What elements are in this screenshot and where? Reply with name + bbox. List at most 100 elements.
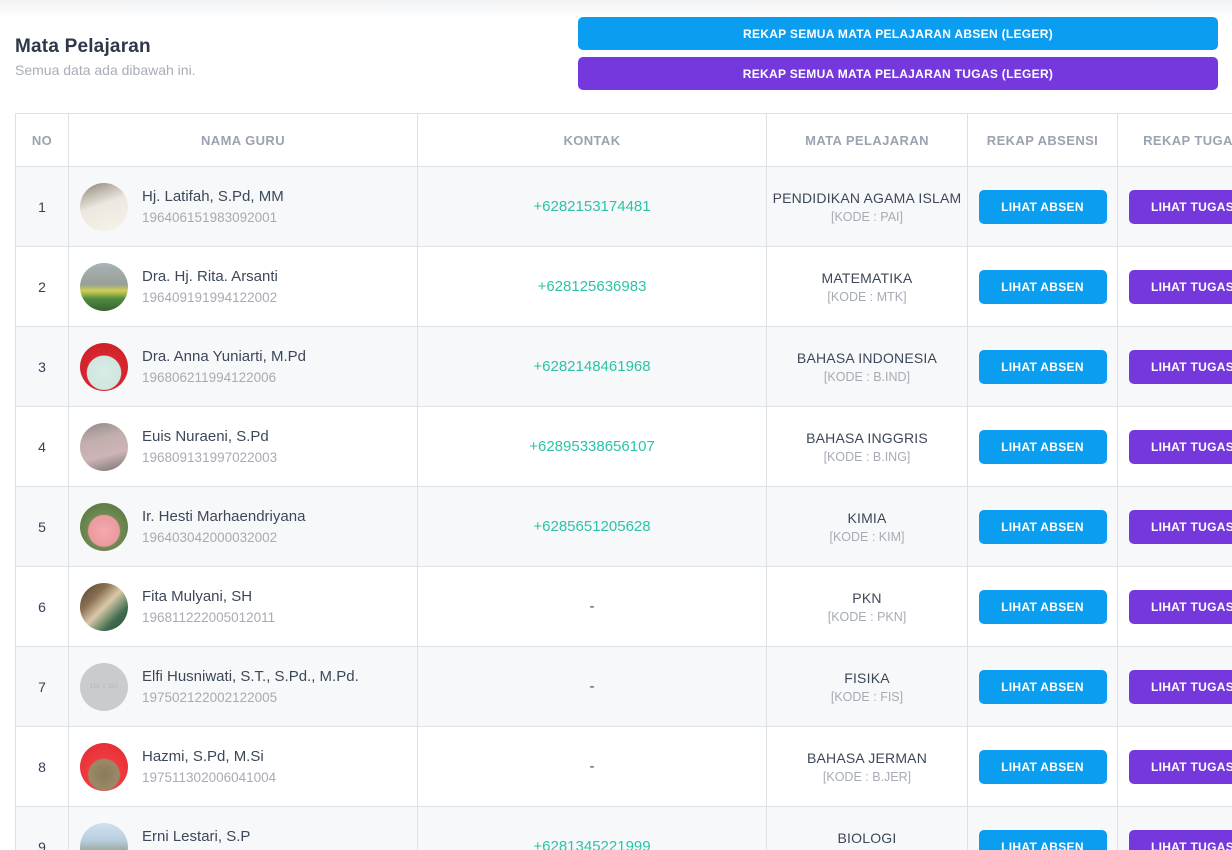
teacher-name: Erni Lestari, S.P <box>142 828 251 845</box>
teacher-name: Elfi Husniwati, S.T., S.Pd., M.Pd. <box>142 668 359 685</box>
teacher-name: Fita Mulyani, SH <box>142 588 253 605</box>
page-title: Mata Pelajaran <box>15 36 151 57</box>
subject-code: [KODE : PKN] <box>827 609 907 624</box>
teacher-avatar <box>80 262 128 311</box>
subject-name: PKN <box>852 589 882 606</box>
row-number: 6 <box>15 566 69 647</box>
subject-code: [KODE : KIM] <box>829 529 905 544</box>
contact-phone-link[interactable]: +6285651205628 <box>533 518 650 535</box>
table-header-row: NO NAMA GURU KONTAK MATA PELAJARAN REKAP… <box>15 113 1232 167</box>
subject-name: KIMIA <box>847 509 887 526</box>
teachers-table: NO NAMA GURU KONTAK MATA PELAJARAN REKAP… <box>15 113 1232 850</box>
row-number: 8 <box>15 726 69 807</box>
row-number: 9 <box>15 806 69 850</box>
contact-phone-link: - <box>589 757 595 775</box>
avatar-placeholder-text: 150 x 150 <box>89 683 119 690</box>
col-header-kontak: KONTAK <box>417 113 767 167</box>
row-number: 7 <box>15 646 69 727</box>
lihat-tugas-button[interactable]: LIHAT TUGAS <box>1128 749 1232 784</box>
lihat-absen-button[interactable]: LIHAT ABSEN <box>978 829 1107 850</box>
lihat-tugas-button[interactable]: LIHAT TUGAS <box>1128 829 1232 850</box>
row-number: 3 <box>15 326 69 407</box>
col-header-nama-guru: NAMA GURU <box>68 113 418 167</box>
table-row: 4 Euis Nuraeni, S.Pd 196809131997022003 … <box>15 406 1232 487</box>
teacher-name-block: Fita Mulyani, SH 196811222005012011 <box>142 588 275 625</box>
table-row: 6 Fita Mulyani, SH 196811222005012011 - … <box>15 566 1232 647</box>
rekap-absen-leger-button[interactable]: REKAP SEMUA MATA PELAJARAN ABSEN (LEGER) <box>578 17 1218 50</box>
subject-name: PENDIDIKAN AGAMA ISLAM <box>772 189 962 206</box>
teacher-name-block: Hazmi, S.Pd, M.Si 197511302006041004 <box>142 748 276 785</box>
subject-name: BIOLOGI <box>837 829 897 846</box>
contact-phone-link[interactable]: +628125636983 <box>538 278 647 295</box>
subject-code: [KODE : PAI] <box>830 209 903 224</box>
teacher-nip: 196811222005012011 <box>142 610 276 625</box>
lihat-absen-button[interactable]: LIHAT ABSEN <box>978 349 1107 384</box>
subject-code: [KODE : B.JER] <box>822 769 912 784</box>
teacher-cell: Hazmi, S.Pd, M.Si 197511302006041004 <box>70 742 416 791</box>
subject-code: [KODE : FIS] <box>830 689 904 704</box>
teacher-nip: 197511302006041004 <box>142 770 277 785</box>
row-number: 5 <box>15 486 69 567</box>
lihat-tugas-button[interactable]: LIHAT TUGAS <box>1128 589 1232 624</box>
lihat-absen-button[interactable]: LIHAT ABSEN <box>978 749 1107 784</box>
teacher-avatar <box>80 182 128 231</box>
lihat-absen-button[interactable]: LIHAT ABSEN <box>978 429 1107 464</box>
contact-phone-link: - <box>589 597 595 615</box>
lihat-absen-button[interactable]: LIHAT ABSEN <box>978 589 1107 624</box>
teacher-cell: Dra. Anna Yuniarti, M.Pd 196806211994122… <box>70 342 416 391</box>
teacher-name: Ir. Hesti Marhaendriyana <box>142 508 306 525</box>
row-number: 2 <box>15 246 69 327</box>
lihat-absen-button[interactable]: LIHAT ABSEN <box>978 269 1107 304</box>
teacher-name-block: Elfi Husniwati, S.T., S.Pd., M.Pd. 19750… <box>142 668 359 705</box>
teacher-name-block: Ir. Hesti Marhaendriyana 196403042000032… <box>142 508 305 545</box>
rekap-tugas-leger-button[interactable]: REKAP SEMUA MATA PELAJARAN TUGAS (LEGER) <box>578 57 1218 90</box>
lihat-absen-button[interactable]: LIHAT ABSEN <box>978 669 1107 704</box>
table-row: 2 Dra. Hj. Rita. Arsanti 196409191994122… <box>15 246 1232 327</box>
teacher-nip: 196809131997022003 <box>142 450 278 465</box>
lihat-absen-button[interactable]: LIHAT ABSEN <box>978 189 1107 224</box>
teacher-nip: 196806211994122006 <box>142 370 277 385</box>
table-row: 5 Ir. Hesti Marhaendriyana 1964030420000… <box>15 486 1232 567</box>
lihat-absen-button[interactable]: LIHAT ABSEN <box>978 509 1107 544</box>
teacher-nip: 196406151983092001 <box>142 210 278 225</box>
teacher-nip: 196403042000032002 <box>142 530 278 545</box>
lihat-tugas-button[interactable]: LIHAT TUGAS <box>1128 349 1232 384</box>
mata-pelajaran-page: Mata Pelajaran Semua data ada dibawah in… <box>0 0 1232 850</box>
subject-name: FISIKA <box>844 669 890 686</box>
contact-phone-link[interactable]: +6282153174481 <box>533 198 650 215</box>
teacher-avatar: 150 x 150 <box>80 662 128 711</box>
table-row: 9 Erni Lestari, S.P 197909092006042031 +… <box>15 806 1232 850</box>
teacher-cell: Hj. Latifah, S.Pd, MM 196406151983092001 <box>70 182 416 231</box>
teacher-name-block: Dra. Anna Yuniarti, M.Pd 196806211994122… <box>142 348 306 385</box>
subject-code: [KODE : MTK] <box>827 289 907 304</box>
subject-code: [KODE : B.ING] <box>823 449 911 464</box>
teacher-cell: Erni Lestari, S.P 197909092006042031 <box>70 822 416 850</box>
teacher-cell: 150 x 150 Elfi Husniwati, S.T., S.Pd., M… <box>70 662 416 711</box>
subject-name: MATEMATIKA <box>821 269 913 286</box>
teacher-name-block: Dra. Hj. Rita. Arsanti 19640919199412200… <box>142 268 278 305</box>
teacher-name-block: Euis Nuraeni, S.Pd 196809131997022003 <box>142 428 277 465</box>
subject-name: BAHASA INDONESIA <box>796 349 938 366</box>
lihat-tugas-button[interactable]: LIHAT TUGAS <box>1128 669 1232 704</box>
teacher-avatar <box>80 502 128 551</box>
subject-code: [KODE : B.IND] <box>823 369 911 384</box>
contact-phone-link[interactable]: +6281345221999 <box>533 838 650 850</box>
teacher-cell: Fita Mulyani, SH 196811222005012011 <box>70 582 416 631</box>
teacher-cell: Dra. Hj. Rita. Arsanti 19640919199412200… <box>70 262 416 311</box>
col-header-mata-pelajaran: MATA PELAJARAN <box>766 113 968 167</box>
lihat-tugas-button[interactable]: LIHAT TUGAS <box>1128 429 1232 464</box>
contact-phone-link[interactable]: +6282148461968 <box>533 358 650 375</box>
lihat-tugas-button[interactable]: LIHAT TUGAS <box>1128 189 1232 224</box>
page-header: Mata Pelajaran Semua data ada dibawah in… <box>0 0 1232 113</box>
table-row: 1 Hj. Latifah, S.Pd, MM 1964061519830920… <box>15 166 1232 247</box>
lihat-tugas-button[interactable]: LIHAT TUGAS <box>1128 269 1232 304</box>
teacher-avatar <box>80 582 128 631</box>
teacher-name-block: Hj. Latifah, S.Pd, MM 196406151983092001 <box>142 188 284 225</box>
teacher-cell: Euis Nuraeni, S.Pd 196809131997022003 <box>70 422 416 471</box>
teacher-name: Dra. Hj. Rita. Arsanti <box>142 268 278 285</box>
teacher-avatar <box>80 422 128 471</box>
lihat-tugas-button[interactable]: LIHAT TUGAS <box>1128 509 1232 544</box>
teacher-name: Hazmi, S.Pd, M.Si <box>142 748 264 765</box>
row-number: 1 <box>15 166 69 247</box>
contact-phone-link[interactable]: +62895338656107 <box>529 438 655 455</box>
